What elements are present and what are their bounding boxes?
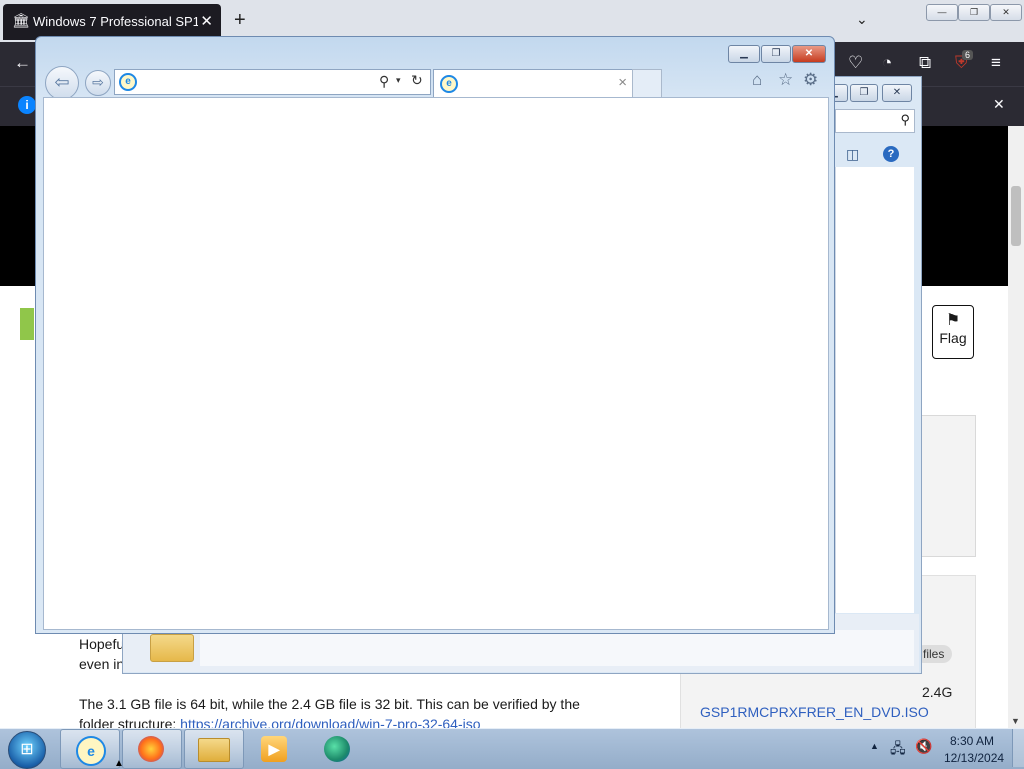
ie-tab-icon: e: [440, 75, 458, 93]
hamburger-menu-icon[interactable]: ≡: [991, 53, 1001, 73]
dropdown-arrow-icon[interactable]: ▾: [396, 75, 401, 86]
start-button[interactable]: ⊞: [8, 731, 46, 769]
extension-badge: 6: [962, 50, 974, 60]
bg-window-restore-button[interactable]: ❐: [850, 84, 878, 102]
tools-gear-icon[interactable]: ⚙: [803, 70, 818, 90]
site-logo: [20, 308, 34, 340]
page-scrollbar[interactable]: ▼: [1008, 126, 1024, 728]
ie-close-button[interactable]: ✕: [792, 45, 826, 63]
tab-close-icon[interactable]: ✕: [200, 12, 213, 30]
home-icon[interactable]: ⌂: [752, 70, 762, 90]
flag-label: Flag: [939, 330, 967, 346]
file-size: 2.4G: [922, 684, 953, 700]
flag-button[interactable]: ⚑ Flag: [932, 305, 974, 359]
ie-back-button[interactable]: ⇦: [45, 66, 79, 100]
extensions-puzzle-icon[interactable]: ⧉: [919, 53, 931, 73]
ie-minimize-button[interactable]: ▁: [728, 45, 760, 63]
pocket-icon[interactable]: ♡: [848, 53, 863, 73]
scrollbar-thumb[interactable]: [1011, 186, 1021, 246]
network-icon[interactable]: 🖧: [890, 738, 906, 762]
clock-date[interactable]: 12/13/2024: [944, 751, 1004, 765]
media-player-icon[interactable]: ▶: [261, 736, 287, 762]
folder-icon: [150, 634, 194, 662]
help-icon[interactable]: ?: [883, 146, 899, 162]
list-all-tabs-icon[interactable]: ⌄: [856, 11, 868, 28]
new-tab-button[interactable]: +: [234, 9, 246, 32]
search-icon[interactable]: ⚲: [379, 73, 389, 90]
back-arrow-icon[interactable]: ←: [14, 53, 31, 73]
edge-icon[interactable]: [324, 736, 350, 762]
search-icon[interactable]: ⚲: [900, 112, 910, 128]
sync-account-icon[interactable]: ◔: [882, 53, 892, 73]
ie-restore-button[interactable]: ❐: [761, 45, 791, 63]
iso-download-link[interactable]: GSP1RMCPRXFRER_EN_DVD.ISO: [700, 704, 929, 720]
bg-window-close-button[interactable]: ✕: [882, 84, 912, 102]
favorites-star-icon[interactable]: ☆: [778, 70, 793, 90]
clock-time[interactable]: 8:30 AM: [950, 734, 994, 748]
info-icon: i: [18, 96, 36, 114]
tab-title: Windows 7 Professional SP1 (3: [33, 14, 198, 29]
ie-page-icon: e: [119, 73, 137, 91]
bg-window-content: [835, 167, 914, 613]
preview-pane-icon[interactable]: ◫: [846, 146, 859, 163]
refresh-icon[interactable]: ↻: [411, 72, 423, 89]
scroll-down-arrow-icon[interactable]: ▼: [1011, 716, 1020, 726]
paragraph-text: The 3.1 GB file is 64 bit, while the 2.4…: [79, 696, 580, 712]
firefox-restore-button[interactable]: ❐: [958, 4, 990, 21]
ie-new-tab-button[interactable]: [632, 69, 662, 97]
bg-search-box[interactable]: ⚲: [835, 109, 915, 133]
paragraph-line: even in: [79, 656, 125, 672]
show-hidden-icons[interactable]: ▲: [870, 741, 879, 751]
folder-icon: [198, 738, 230, 762]
sidebar-panel-top: [920, 415, 976, 557]
firefox-icon: [138, 736, 164, 762]
ie-forward-button[interactable]: ⇨: [85, 70, 111, 96]
archive-favicon-icon: 🏛: [12, 12, 30, 28]
flag-icon: ⚑: [945, 312, 961, 329]
bg-details-area: [200, 630, 914, 666]
notification-close-icon[interactable]: ✕: [993, 96, 1005, 113]
firefox-close-button[interactable]: ✕: [990, 4, 1022, 21]
paragraph-line: Hopefu: [79, 636, 125, 652]
firefox-minimize-button[interactable]: —: [926, 4, 958, 21]
firefox-tab-active[interactable]: 🏛 Windows 7 Professional SP1 (3 ✕: [3, 4, 221, 40]
ie-address-bar[interactable]: e ⚲ ▾ ↻: [114, 69, 431, 95]
internet-explorer-icon: e: [76, 736, 106, 766]
ie-tab-active[interactable]: e ×: [433, 69, 633, 98]
volume-muted-icon[interactable]: 🔇: [915, 738, 932, 755]
ie-tab-close-icon[interactable]: ×: [618, 74, 627, 91]
ie-page-content: [43, 97, 829, 630]
show-desktop-button[interactable]: [1012, 729, 1024, 767]
